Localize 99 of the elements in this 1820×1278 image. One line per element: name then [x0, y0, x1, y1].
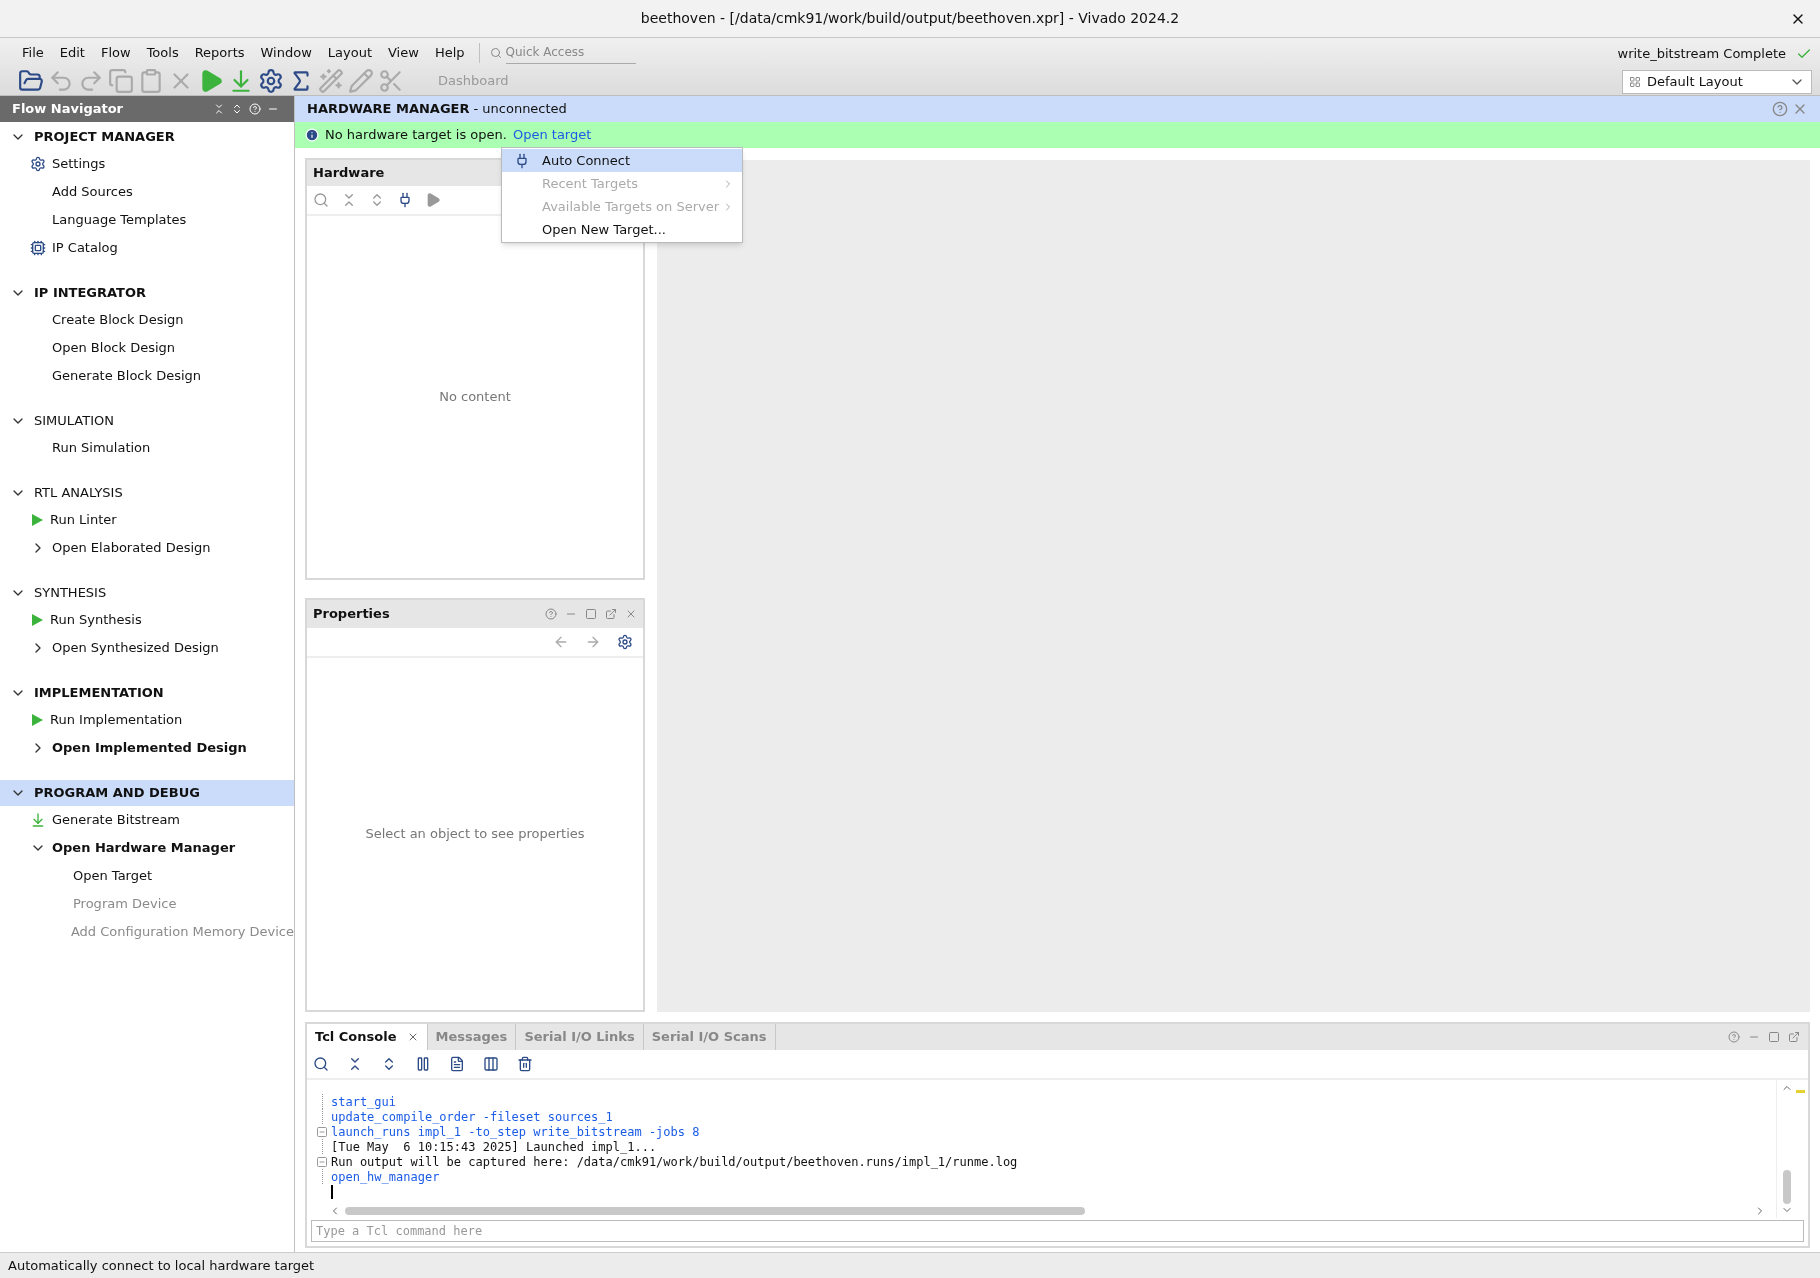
layout-icon	[1629, 75, 1641, 88]
nav-item[interactable]: Create Block Design	[52, 310, 184, 330]
panel-title: Hardware	[313, 164, 385, 183]
fold-icon[interactable]	[316, 1155, 328, 1168]
panel-title: Properties	[313, 605, 391, 624]
nav-section[interactable]: RTL ANALYSIS	[0, 480, 294, 506]
section-label: PROJECT MANAGER	[34, 128, 175, 147]
panel-title: Flow Navigator	[12, 100, 125, 119]
section-label: SIMULATION	[34, 412, 114, 431]
section-label: SYNTHESIS	[34, 584, 107, 603]
plug-icon[interactable]	[397, 192, 413, 208]
search-icon	[489, 46, 502, 59]
console-line: update_compile_order -fileset sources_1	[331, 1109, 613, 1126]
copy-icon[interactable]	[449, 1056, 465, 1072]
gear-icon	[30, 156, 46, 172]
layout-dropdown[interactable]: Default Layout	[1622, 69, 1812, 94]
console-tab[interactable]: Tcl Console	[307, 1024, 428, 1050]
section-label: RTL ANALYSIS	[34, 484, 123, 503]
pause-icon[interactable]	[415, 1056, 431, 1072]
trash-icon[interactable]	[517, 1056, 533, 1072]
console-line: open_hw_manager	[331, 1169, 440, 1186]
menu-item[interactable]: Auto Connect	[502, 149, 742, 172]
menu-item[interactable]: Tools	[138, 43, 187, 63]
horizontal-scrollbar[interactable]	[345, 1207, 1085, 1215]
back-icon[interactable]	[553, 634, 569, 650]
play-icon[interactable]	[425, 192, 441, 208]
console-line: launch_runs impl_1 -to_step write_bitstream -jobs 8	[331, 1124, 700, 1141]
nav-item[interactable]: Run Synthesis	[50, 610, 142, 630]
menu-item[interactable]: Reports	[186, 43, 253, 63]
expand-all-icon[interactable]	[231, 103, 243, 115]
menu-item[interactable]: View	[380, 43, 427, 63]
help-icon[interactable]	[1728, 1031, 1740, 1043]
search-icon[interactable]	[313, 1056, 329, 1072]
nav-item[interactable]: Run Linter	[50, 510, 117, 530]
empty-message: Select an object to see properties	[365, 825, 585, 844]
download-icon	[30, 812, 46, 828]
text-cursor	[331, 1184, 333, 1199]
banner-text: No hardware target is open.	[325, 126, 507, 145]
maximize-icon[interactable]	[1768, 1031, 1780, 1043]
chip-icon	[30, 240, 46, 256]
console-line: [Tue May 6 10:15:43 2025] Launched impl_1...	[331, 1139, 657, 1156]
view-title: HARDWARE MANAGER	[307, 100, 470, 119]
tcl-command-field[interactable]: Type a Tcl command here	[311, 1220, 1804, 1242]
float-icon[interactable]	[1788, 1031, 1800, 1043]
nav-section[interactable]: SIMULATION	[0, 408, 294, 434]
nav-item[interactable]: Language Templates	[52, 210, 187, 230]
status-text: Automatically connect to local hardware target	[8, 1256, 315, 1275]
nav-item[interactable]: Open Implemented Design	[52, 738, 247, 758]
menu-item[interactable]: Open New Target...	[502, 218, 742, 241]
nav-item[interactable]: Open Elaborated Design	[52, 538, 211, 558]
nav-item[interactable]: Open Target	[73, 866, 153, 886]
open-target-link[interactable]: Open target	[512, 125, 592, 145]
nav-item[interactable]: Open Block Design	[52, 338, 176, 358]
menu-item[interactable]: Window	[252, 43, 320, 63]
help-icon[interactable]	[545, 608, 557, 620]
window-title: beethoven - [/data/cmk91/work/build/output/beethoven.xpr] - Vivado 2024.2	[640, 9, 1180, 28]
nav-item[interactable]: IP Catalog	[52, 238, 118, 258]
console-line: Run output will be captured here: /data/cmk91/work/build/output/beethoven.runs/impl_1/runme.log	[331, 1154, 1018, 1171]
help-icon[interactable]	[1772, 101, 1788, 117]
menu-item[interactable]: File	[14, 43, 52, 63]
section-label: IMPLEMENTATION	[34, 684, 164, 703]
play-icon	[30, 513, 44, 527]
menu-item[interactable]: Help	[426, 43, 473, 63]
pencil-icon[interactable]	[346, 68, 376, 95]
menu-item[interactable]: Layout	[319, 43, 380, 63]
vertical-scrollbar[interactable]	[1782, 1170, 1791, 1204]
menu-item[interactable]: Edit	[51, 43, 93, 63]
view-subtitle: - unconnected	[473, 100, 568, 119]
nav-item[interactable]: Run Implementation	[50, 710, 183, 730]
menu-item[interactable]: Flow	[92, 43, 139, 63]
nav-section[interactable]: IP INTEGRATOR	[0, 280, 294, 306]
nav-section[interactable]: SYNTHESIS	[0, 580, 294, 606]
info-icon	[305, 128, 319, 142]
marker	[1796, 1090, 1805, 1093]
quick-access-field[interactable]: Quick Access	[505, 41, 636, 64]
columns-icon[interactable]	[483, 1056, 499, 1072]
float-icon[interactable]	[605, 608, 617, 620]
play-icon	[30, 713, 44, 727]
nav-item[interactable]: Open Hardware Manager	[52, 838, 236, 858]
nav-item[interactable]: Open Synthesized Design	[52, 638, 219, 658]
nav-item[interactable]: Run Simulation	[52, 438, 151, 458]
console-line: start_gui	[331, 1093, 397, 1111]
nav-item[interactable]: Settings	[52, 154, 106, 174]
plug-icon	[514, 152, 530, 169]
fold-icon[interactable]	[316, 1125, 328, 1138]
nav-item[interactable]: Add Sources	[52, 182, 133, 202]
nav-section[interactable]: IMPLEMENTATION	[0, 680, 294, 706]
run-status: write_bitstream Complete	[1617, 45, 1786, 63]
nav-section[interactable]: PROGRAM AND DEBUG	[0, 780, 294, 806]
nav-item[interactable]: Generate Block Design	[52, 366, 202, 386]
forward-icon[interactable]	[585, 634, 601, 650]
play-icon	[30, 613, 44, 627]
nav-section[interactable]: PROJECT MANAGER	[0, 124, 294, 150]
nav-item[interactable]: Generate Bitstream	[52, 810, 181, 830]
section-label: IP INTEGRATOR	[34, 284, 147, 303]
settings-icon[interactable]	[617, 634, 633, 650]
empty-message: No content	[439, 388, 511, 407]
section-label: PROGRAM AND DEBUG	[34, 784, 200, 803]
maximize-icon[interactable]	[585, 608, 597, 620]
